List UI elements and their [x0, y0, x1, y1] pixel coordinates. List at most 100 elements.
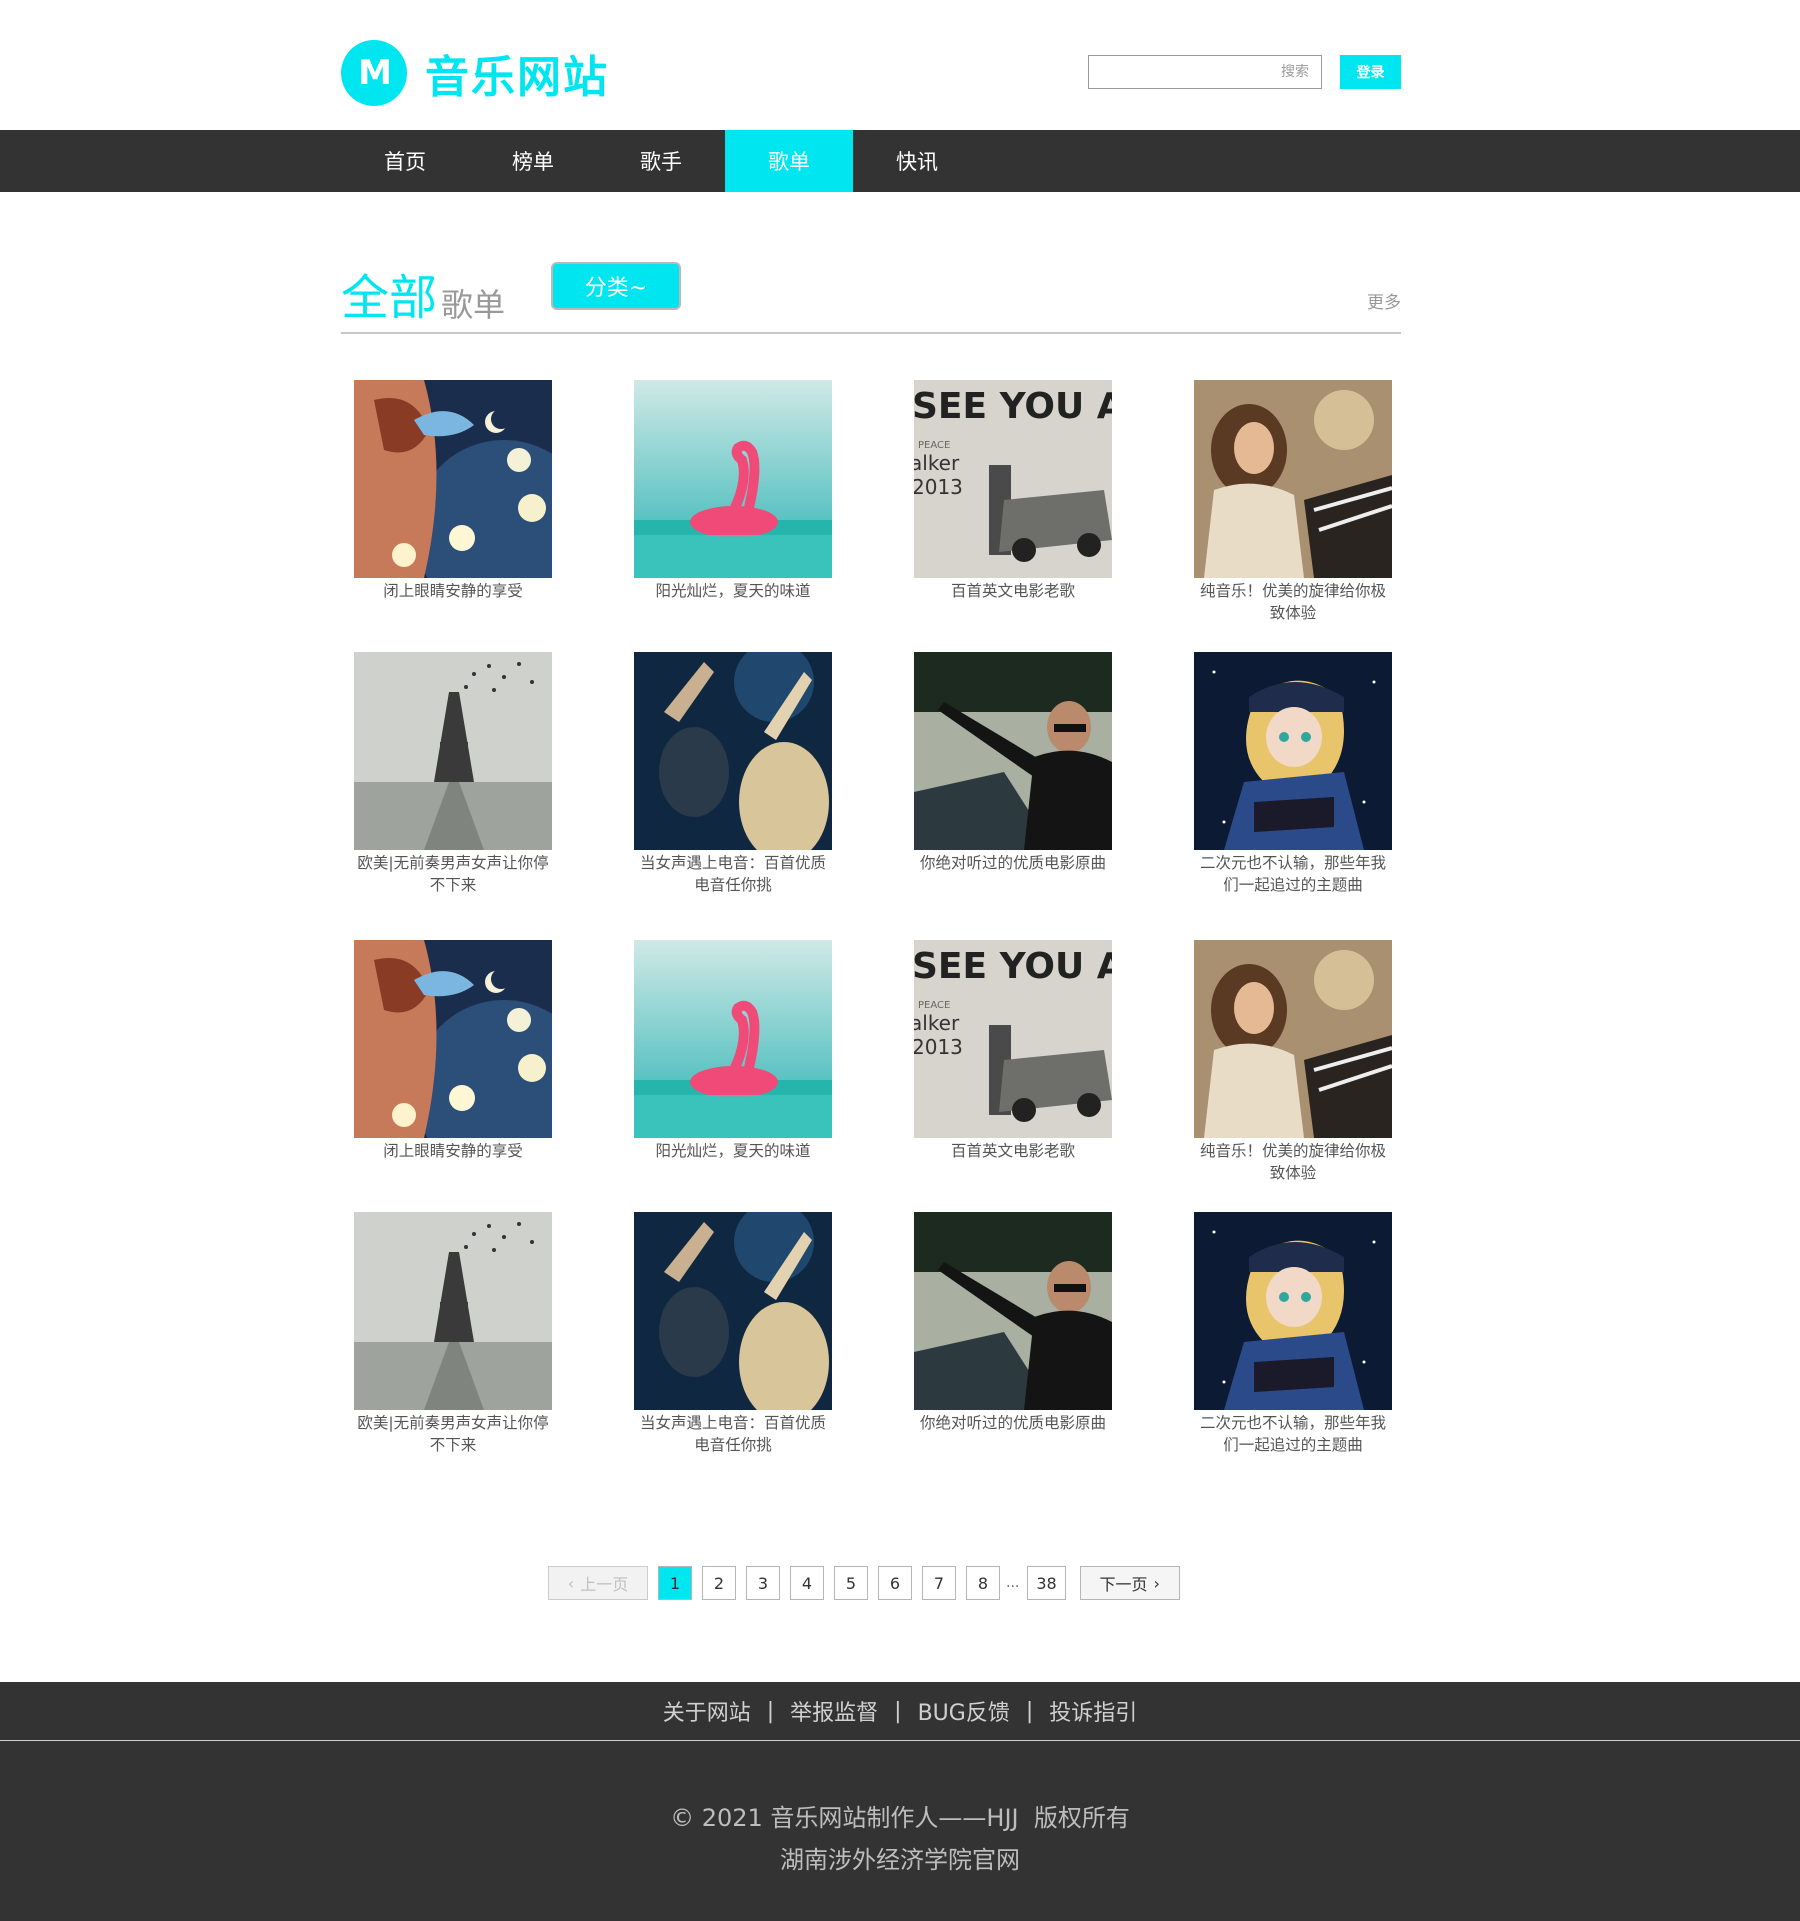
playlist-title[interactable]: 阳光灿烂，夏天的味道 — [634, 1140, 832, 1162]
playlist-cover-image[interactable] — [634, 1212, 832, 1410]
footer-link-about[interactable]: 关于网站 — [663, 1695, 751, 1727]
playlist-card[interactable]: SEE YOU AGAIN PEACE alker 2013 百首英文电影老歌 — [914, 940, 1112, 1162]
chevron-left-icon: ‹ — [567, 1573, 575, 1593]
playlist-card[interactable]: 你绝对听过的优质电影原曲 — [914, 652, 1112, 874]
playlist-title[interactable]: 闭上眼睛安静的享受 — [354, 580, 552, 602]
playlist-title[interactable]: 二次元也不认输，那些年我们一起追过的主题曲 — [1194, 852, 1392, 896]
playlist-cover-image[interactable]: SEE YOU AGAIN PEACE alker 2013 — [914, 380, 1112, 578]
playlist-cover-image[interactable] — [1194, 652, 1392, 850]
login-button[interactable]: 登录 — [1340, 55, 1401, 89]
pagination-ellipsis: ... — [1006, 1575, 1020, 1591]
cover-sub2-text: alker — [914, 1011, 960, 1035]
page-button[interactable]: 1 — [658, 1566, 692, 1600]
copyright: © 2021 音乐网站制作人——HJJ 版权所有 湖南涉外经济学院官网 — [0, 1797, 1800, 1881]
page-button[interactable]: 3 — [746, 1566, 780, 1600]
next-page-label: 下一页 — [1099, 1575, 1148, 1594]
page-button[interactable]: 6 — [878, 1566, 912, 1600]
cover-sub2-text: alker — [914, 451, 960, 475]
playlist-title[interactable]: 百首英文电影老歌 — [914, 1140, 1112, 1162]
playlist-cover-image[interactable] — [914, 1212, 1112, 1410]
playlist-title[interactable]: 当女声遇上电音：百首优质电音任你挑 — [634, 1412, 832, 1456]
playlist-cover-image[interactable] — [914, 652, 1112, 850]
last-page-button[interactable]: 38 — [1027, 1566, 1066, 1600]
footer-separator: | — [894, 1698, 902, 1724]
playlist-card[interactable]: 当女声遇上电音：百首优质电音任你挑 — [634, 1212, 832, 1456]
section-header: 全部 歌单 分类~ 更多 — [341, 258, 1401, 334]
playlist-card[interactable]: 纯音乐！优美的旋律给你极致体验 — [1194, 380, 1392, 624]
cover-title-text: SEE YOU AGAIN — [914, 386, 1112, 427]
cover-year-text: 2013 — [914, 475, 963, 499]
playlist-card[interactable]: 欧美|无前奏男声女声让你停不下来 — [354, 652, 552, 896]
playlist-cover-image[interactable] — [1194, 1212, 1392, 1410]
page-button[interactable]: 8 — [966, 1566, 1000, 1600]
footer-links: 关于网站 | 举报监督 | BUG反馈 | 投诉指引 — [0, 1682, 1800, 1741]
playlist-title[interactable]: 二次元也不认输，那些年我们一起追过的主题曲 — [1194, 1412, 1392, 1456]
playlist-cover-image[interactable] — [354, 940, 552, 1138]
footer-link-complaint[interactable]: 投诉指引 — [1049, 1695, 1137, 1727]
cover-year-text: 2013 — [914, 1035, 963, 1059]
playlist-card[interactable]: SEE YOU AGAIN PEACE alker 2013 百首英文电影老歌 — [914, 380, 1112, 602]
chevron-right-icon: › — [1153, 1573, 1160, 1593]
playlist-card[interactable]: 当女声遇上电音：百首优质电音任你挑 — [634, 652, 832, 896]
playlist-cover-image[interactable] — [354, 652, 552, 850]
playlist-card[interactable]: 阳光灿烂，夏天的味道 — [634, 380, 832, 602]
playlist-card[interactable]: 二次元也不认输，那些年我们一起追过的主题曲 — [1194, 652, 1392, 896]
playlist-title[interactable]: 当女声遇上电音：百首优质电音任你挑 — [634, 852, 832, 896]
nav-item-playlists[interactable]: 歌单 — [725, 130, 853, 192]
site-header: M 音乐网站 登录 — [0, 0, 1800, 130]
nav-item-charts[interactable]: 榜单 — [469, 130, 597, 192]
playlist-title[interactable]: 闭上眼睛安静的享受 — [354, 1140, 552, 1162]
nav-item-singers[interactable]: 歌手 — [597, 130, 725, 192]
main-nav: 首页 榜单 歌手 歌单 快讯 — [0, 130, 1800, 192]
playlist-card[interactable]: 二次元也不认输，那些年我们一起追过的主题曲 — [1194, 1212, 1392, 1456]
logo-text: 音乐网站 — [425, 52, 609, 103]
playlist-title[interactable]: 你绝对听过的优质电影原曲 — [914, 852, 1112, 874]
playlist-cover-image[interactable] — [1194, 940, 1392, 1138]
footer-separator: | — [1025, 1698, 1034, 1724]
footer-link-bug[interactable]: BUG反馈 — [918, 1695, 1010, 1727]
section-subtitle: 歌单 — [441, 286, 506, 324]
playlist-cover-image[interactable] — [634, 940, 832, 1138]
playlist-card[interactable]: 阳光灿烂，夏天的味道 — [634, 940, 832, 1162]
nav-item-news[interactable]: 快讯 — [853, 130, 981, 192]
next-page-button[interactable]: 下一页 › — [1079, 1566, 1180, 1600]
page-button[interactable]: 2 — [702, 1566, 736, 1600]
playlist-card[interactable]: 纯音乐！优美的旋律给你极致体验 — [1194, 940, 1392, 1184]
playlist-card[interactable]: 闭上眼睛安静的享受 — [354, 380, 552, 602]
playlist-card[interactable]: 欧美|无前奏男声女声让你停不下来 — [354, 1212, 552, 1456]
pagination: ‹ 上一页 1 2 3 4 5 6 7 8 ... 38 下一页 › — [548, 1566, 1190, 1600]
site-logo[interactable]: M 音乐网站 — [341, 40, 609, 106]
page-button[interactable]: 7 — [922, 1566, 956, 1600]
footer-link-report[interactable]: 举报监督 — [790, 1695, 878, 1727]
playlist-title[interactable]: 欧美|无前奏男声女声让你停不下来 — [354, 1412, 552, 1456]
search-box[interactable] — [1088, 55, 1322, 89]
playlist-card[interactable]: 你绝对听过的优质电影原曲 — [914, 1212, 1112, 1434]
prev-page-button[interactable]: ‹ 上一页 — [548, 1566, 648, 1600]
playlist-card[interactable]: 闭上眼睛安静的享受 — [354, 940, 552, 1162]
category-button[interactable]: 分类~ — [551, 262, 681, 310]
site-footer: 关于网站 | 举报监督 | BUG反馈 | 投诉指引 © 2021 音乐网站制作… — [0, 1682, 1800, 1921]
playlist-cover-image[interactable] — [1194, 380, 1392, 578]
playlist-title[interactable]: 纯音乐！优美的旋律给你极致体验 — [1194, 1140, 1392, 1184]
copyright-text: © 2021 音乐网站制作人——HJJ 版权所有 — [670, 1804, 1130, 1832]
cover-sub1-text: PEACE — [918, 440, 950, 451]
playlist-title[interactable]: 你绝对听过的优质电影原曲 — [914, 1412, 1112, 1434]
section-title: 全部 — [341, 270, 438, 326]
playlist-cover-image[interactable] — [354, 380, 552, 578]
page-button[interactable]: 5 — [834, 1566, 868, 1600]
more-link[interactable]: 更多 — [1367, 288, 1401, 313]
search-input[interactable] — [1089, 55, 1311, 89]
playlist-cover-image[interactable]: SEE YOU AGAIN PEACE alker 2013 — [914, 940, 1112, 1138]
cover-sub1-text: PEACE — [918, 1000, 950, 1011]
page-button[interactable]: 4 — [790, 1566, 824, 1600]
playlist-title[interactable]: 阳光灿烂，夏天的味道 — [634, 580, 832, 602]
nav-item-home[interactable]: 首页 — [341, 130, 469, 192]
prev-page-label: 上一页 — [580, 1575, 629, 1594]
school-link[interactable]: 湖南涉外经济学院官网 — [0, 1839, 1800, 1881]
playlist-title[interactable]: 欧美|无前奏男声女声让你停不下来 — [354, 852, 552, 896]
playlist-title[interactable]: 百首英文电影老歌 — [914, 580, 1112, 602]
playlist-cover-image[interactable] — [634, 380, 832, 578]
playlist-title[interactable]: 纯音乐！优美的旋律给你极致体验 — [1194, 580, 1392, 624]
playlist-cover-image[interactable] — [634, 652, 832, 850]
playlist-cover-image[interactable] — [354, 1212, 552, 1410]
